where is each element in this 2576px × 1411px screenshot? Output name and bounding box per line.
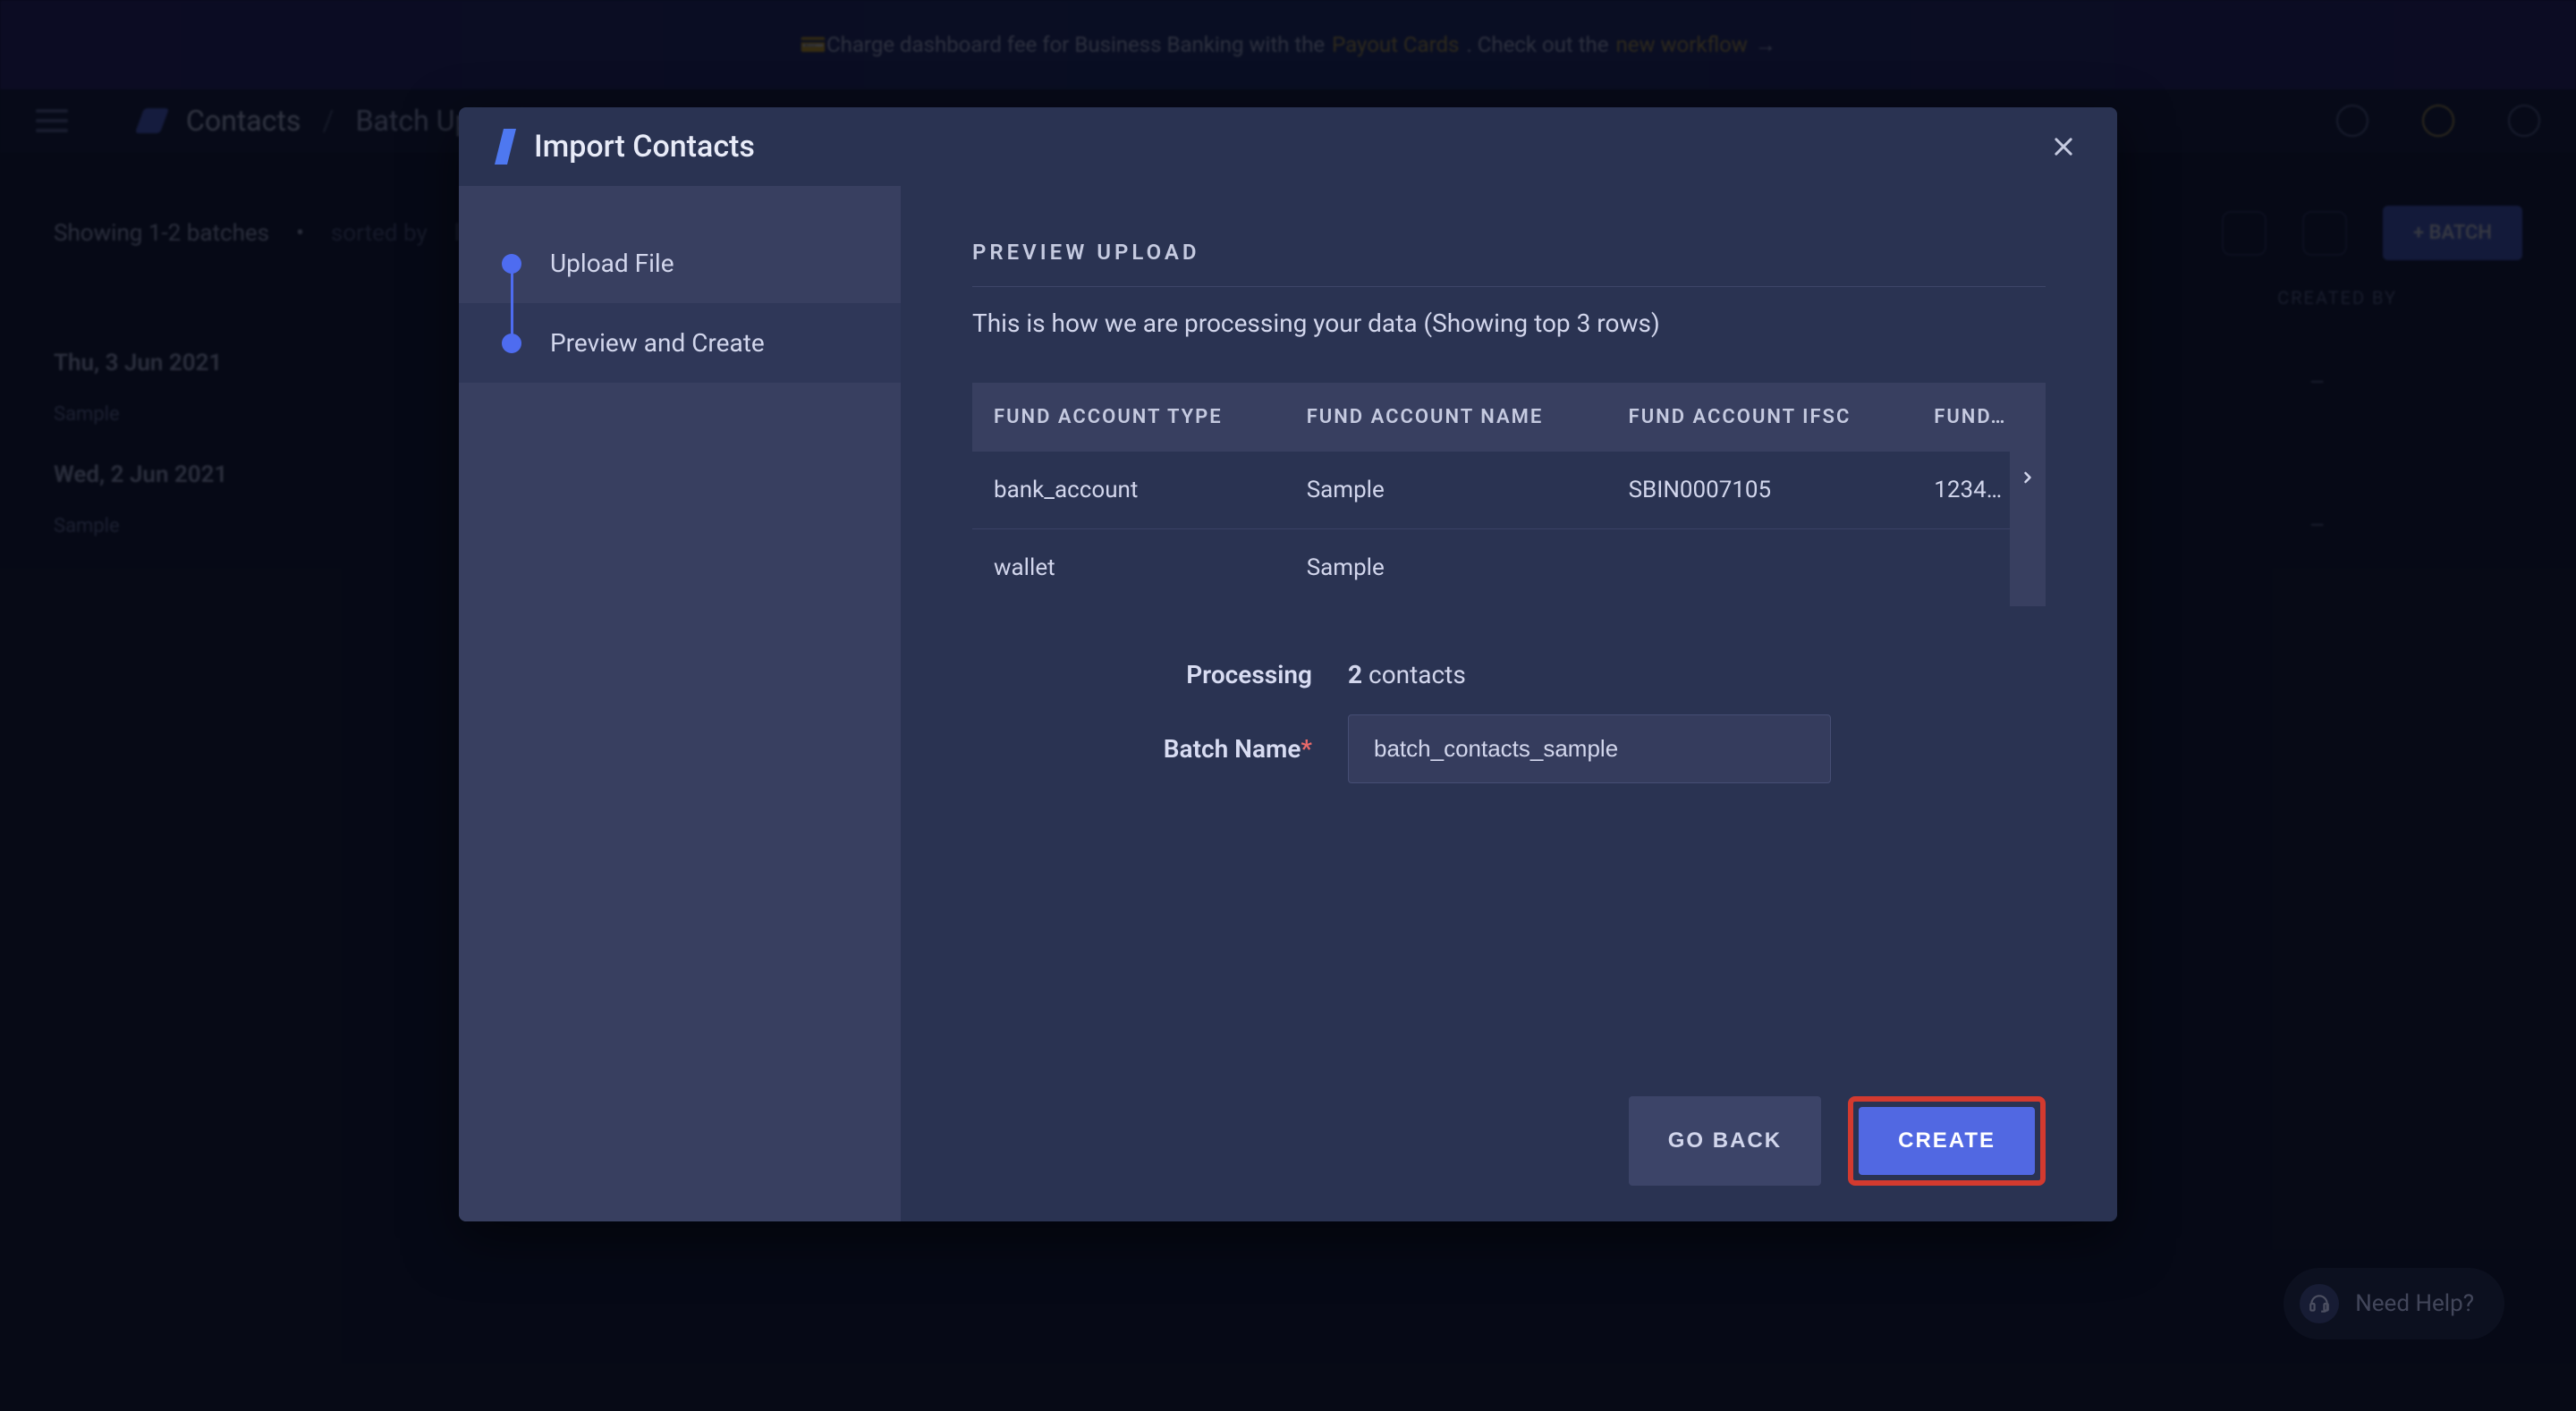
preview-upload-heading: PREVIEW UPLOAD bbox=[972, 240, 2046, 287]
modal-main-panel: PREVIEW UPLOAD This is how we are proces… bbox=[901, 186, 2117, 1221]
batch-name-row: Batch Name* bbox=[972, 714, 2046, 783]
table-row: bank_account Sample SBIN0007105 1234… bbox=[972, 452, 2046, 529]
chevron-right-icon bbox=[2019, 463, 2037, 492]
modal-title: Import Contacts bbox=[534, 129, 755, 165]
batch-name-input[interactable] bbox=[1348, 714, 1831, 783]
step-preview-create[interactable]: Preview and Create bbox=[459, 303, 901, 383]
col-fund-account-name: FUND ACCOUNT NAME bbox=[1285, 383, 1607, 452]
import-contacts-modal: Import Contacts Upload File Preview and … bbox=[459, 107, 2117, 1221]
table-scroll-right[interactable] bbox=[2010, 383, 2046, 606]
required-mark: * bbox=[1301, 734, 1312, 764]
cell bbox=[1607, 529, 1913, 607]
preview-table-wrapper: FUND ACCOUNT TYPE FUND ACCOUNT NAME FUND… bbox=[972, 383, 2046, 606]
cell: SBIN0007105 bbox=[1607, 452, 1913, 529]
table-row: wallet Sample bbox=[972, 529, 2046, 607]
close-icon bbox=[2051, 134, 2076, 159]
cell: Sample bbox=[1285, 529, 1607, 607]
step-dot-icon bbox=[502, 334, 521, 353]
preview-description: This is how we are processing your data … bbox=[972, 308, 2046, 338]
processing-suffix: contacts bbox=[1368, 660, 1466, 689]
preview-table: FUND ACCOUNT TYPE FUND ACCOUNT NAME FUND… bbox=[972, 383, 2046, 606]
create-button-highlight: CREATE bbox=[1848, 1096, 2046, 1186]
close-button[interactable] bbox=[2046, 129, 2081, 165]
cell: Sample bbox=[1285, 452, 1607, 529]
table-header-row: FUND ACCOUNT TYPE FUND ACCOUNT NAME FUND… bbox=[972, 383, 2046, 452]
processing-value: 2 contacts bbox=[1348, 660, 1466, 689]
modal-footer: GO BACK CREATE bbox=[972, 783, 2046, 1186]
cell: wallet bbox=[972, 529, 1285, 607]
create-button[interactable]: CREATE bbox=[1859, 1107, 2035, 1175]
col-fund-account-ifsc: FUND ACCOUNT IFSC bbox=[1607, 383, 1913, 452]
go-back-button[interactable]: GO BACK bbox=[1629, 1096, 1821, 1186]
modal-stepper: Upload File Preview and Create bbox=[459, 186, 901, 1221]
modal-header: Import Contacts bbox=[459, 107, 2117, 186]
processing-count: 2 bbox=[1348, 660, 1362, 689]
cell: bank_account bbox=[972, 452, 1285, 529]
step-dot-icon bbox=[502, 254, 521, 274]
col-fund-account-type: FUND ACCOUNT TYPE bbox=[972, 383, 1285, 452]
step-upload-file[interactable]: Upload File bbox=[459, 224, 901, 303]
batch-name-label: Batch Name* bbox=[1115, 734, 1312, 764]
processing-row: Processing 2 contacts bbox=[972, 660, 2046, 689]
step-label: Preview and Create bbox=[550, 328, 765, 358]
step-label: Upload File bbox=[550, 249, 674, 278]
modal-overlay: Import Contacts Upload File Preview and … bbox=[0, 0, 2576, 1411]
processing-label: Processing bbox=[1115, 660, 1312, 689]
brand-slash-icon bbox=[495, 129, 516, 165]
